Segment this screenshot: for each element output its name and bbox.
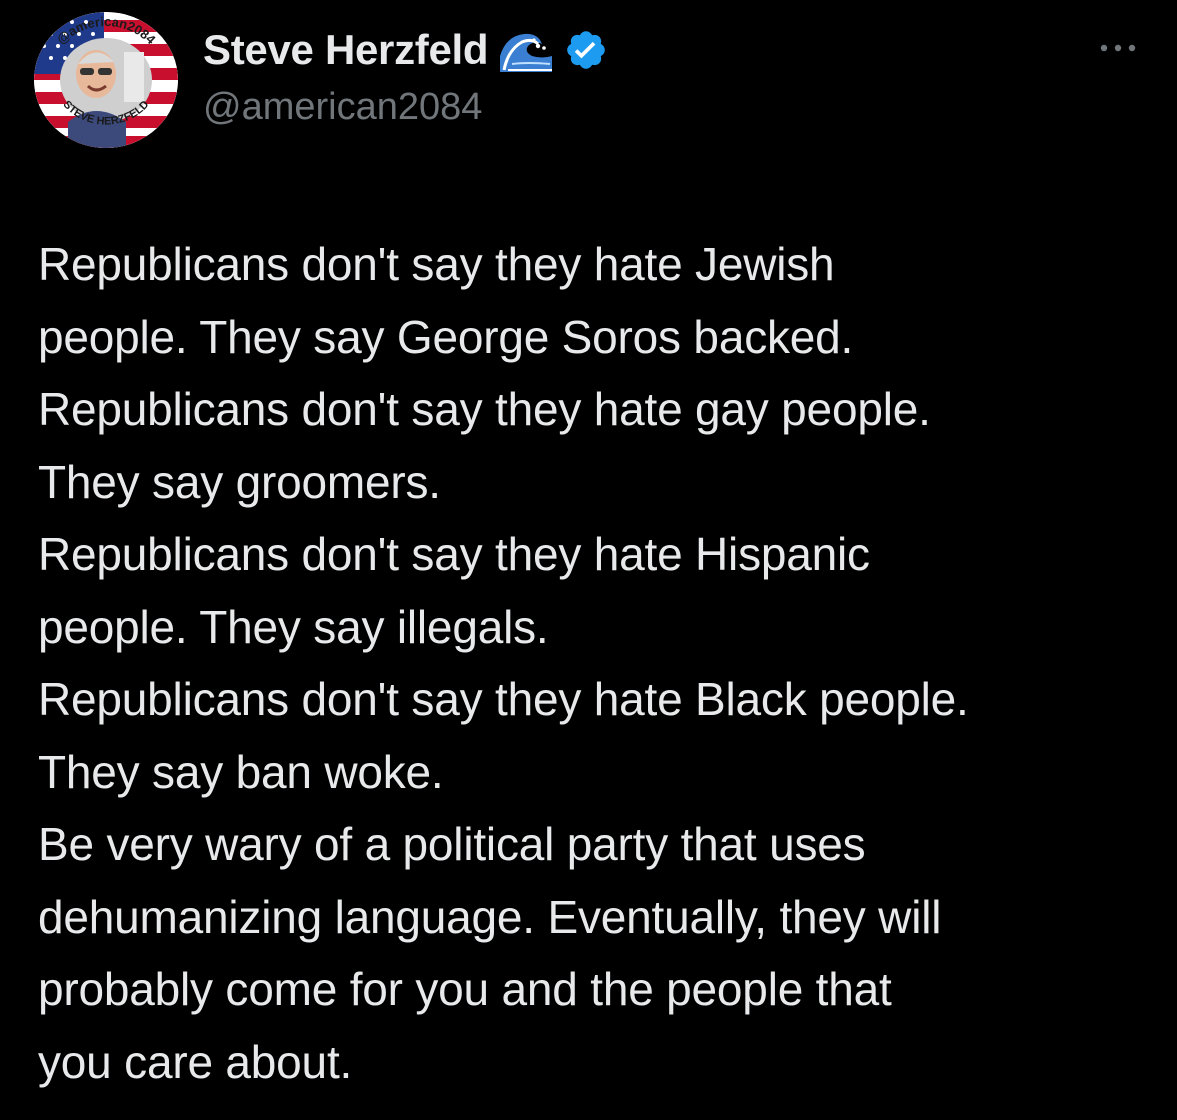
more-options-button[interactable] — [1088, 30, 1148, 66]
tweet-text-line: They say ban woke. — [38, 745, 444, 798]
tweet-text-line: dehumanizing language. Eventually, they … — [38, 890, 942, 943]
author-display-name[interactable]: Steve Herzfeld — [203, 22, 489, 78]
author-handle[interactable]: @american2084 — [203, 82, 482, 132]
tweet-text-line: They say groomers. — [38, 455, 441, 508]
tweet-text-line: you care about. — [38, 1035, 353, 1088]
tweet-text-line: Republicans don't say they hate Hispanic — [38, 528, 870, 580]
tweet-text-line: people. They say illegals. — [38, 600, 549, 653]
more-options-icon — [1098, 43, 1138, 53]
tweet-card: @american2084 STEVE HERZFELD Steve Herzf… — [0, 0, 1177, 1120]
tweet-text-line: Republicans don't say they hate Black pe… — [38, 673, 969, 725]
tweet-text: Republicans don't say they hate Jewish p… — [38, 228, 1158, 1098]
verified-badge-icon — [564, 28, 608, 72]
water-wave-icon — [498, 26, 555, 74]
author-name-row: Steve Herzfeld — [203, 22, 608, 78]
tweet-text-line: probably come for you and the people tha… — [38, 963, 892, 1015]
tweet-text-line: Be very wary of a political party that u… — [38, 818, 866, 870]
profile-photo: @american2084 STEVE HERZFELD — [34, 12, 178, 148]
tweet-text-line: Republicans don't say they hate gay peop… — [38, 383, 931, 435]
tweet-text-line: people. They say George Soros backed. — [38, 310, 854, 363]
tweet-text-line: Republicans don't say they hate Jewish — [38, 238, 835, 290]
avatar[interactable]: @american2084 STEVE HERZFELD — [34, 12, 178, 148]
